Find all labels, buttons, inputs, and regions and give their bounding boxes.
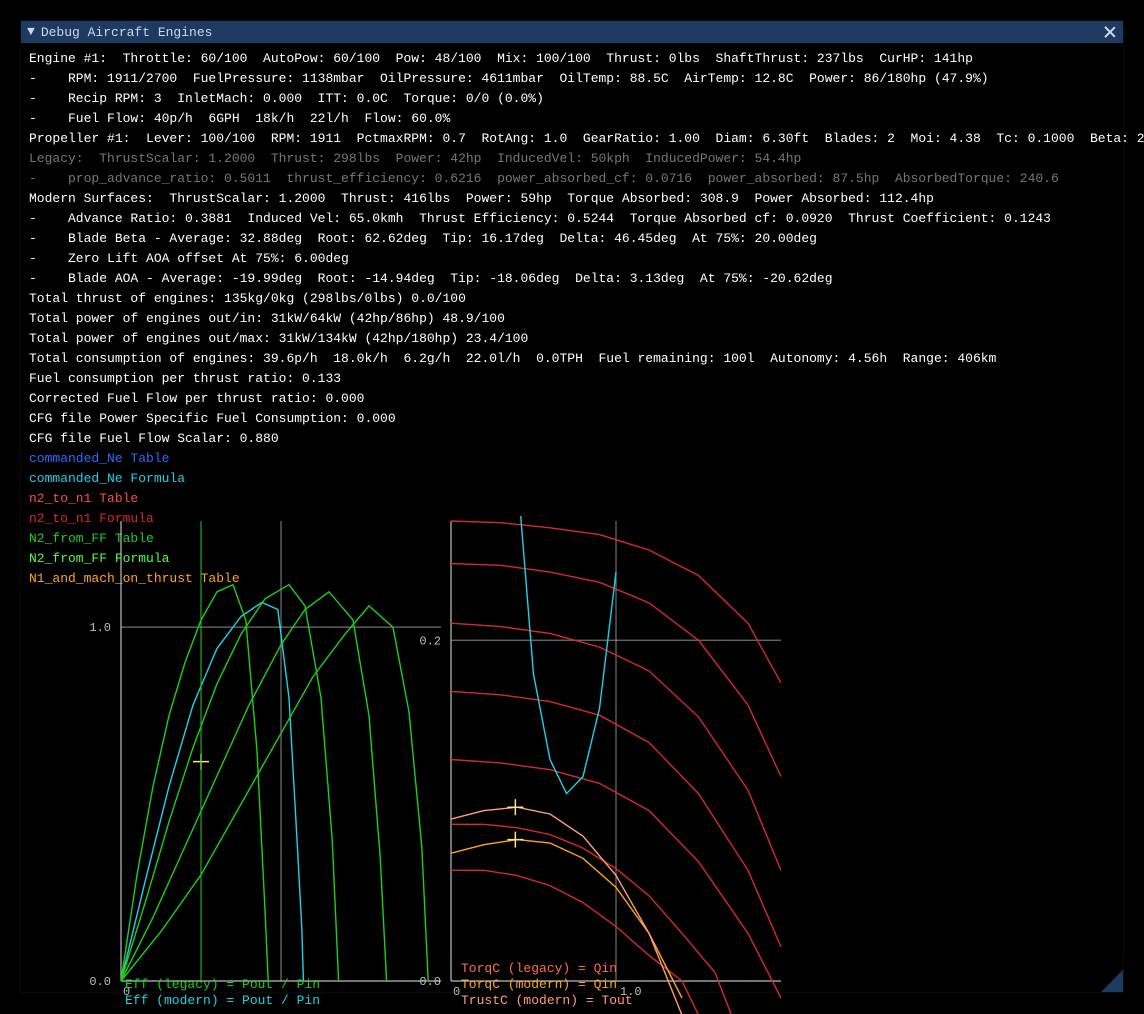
chart-legend-right: TorqC (legacy) = QinTorqC (modern) = Qin… xyxy=(461,961,633,1009)
svg-text:0.0: 0.0 xyxy=(89,975,111,989)
resize-grip-icon[interactable] xyxy=(1101,970,1123,992)
debug-text-block: Engine #1: Throttle: 60/100 AutoPow: 60/… xyxy=(21,43,1123,589)
svg-text:0.2: 0.2 xyxy=(419,634,441,648)
svg-text:0: 0 xyxy=(453,985,460,999)
svg-text:1.0: 1.0 xyxy=(89,621,111,635)
debug-engines-window: ▼ Debug Aircraft Engines Engine #1: Thro… xyxy=(20,20,1124,993)
charts-area: 1.00.000.20.001.0 Eff (legacy) = Pout / … xyxy=(41,516,1144,1014)
collapse-icon[interactable]: ▼ xyxy=(27,24,35,39)
titlebar[interactable]: ▼ Debug Aircraft Engines xyxy=(21,21,1123,43)
window-title: Debug Aircraft Engines xyxy=(41,25,213,40)
close-icon[interactable] xyxy=(1103,25,1117,39)
chart-legend-left: Eff (legacy) = Pout / PinEff (modern) = … xyxy=(125,977,320,1009)
svg-text:0.0: 0.0 xyxy=(419,975,441,989)
